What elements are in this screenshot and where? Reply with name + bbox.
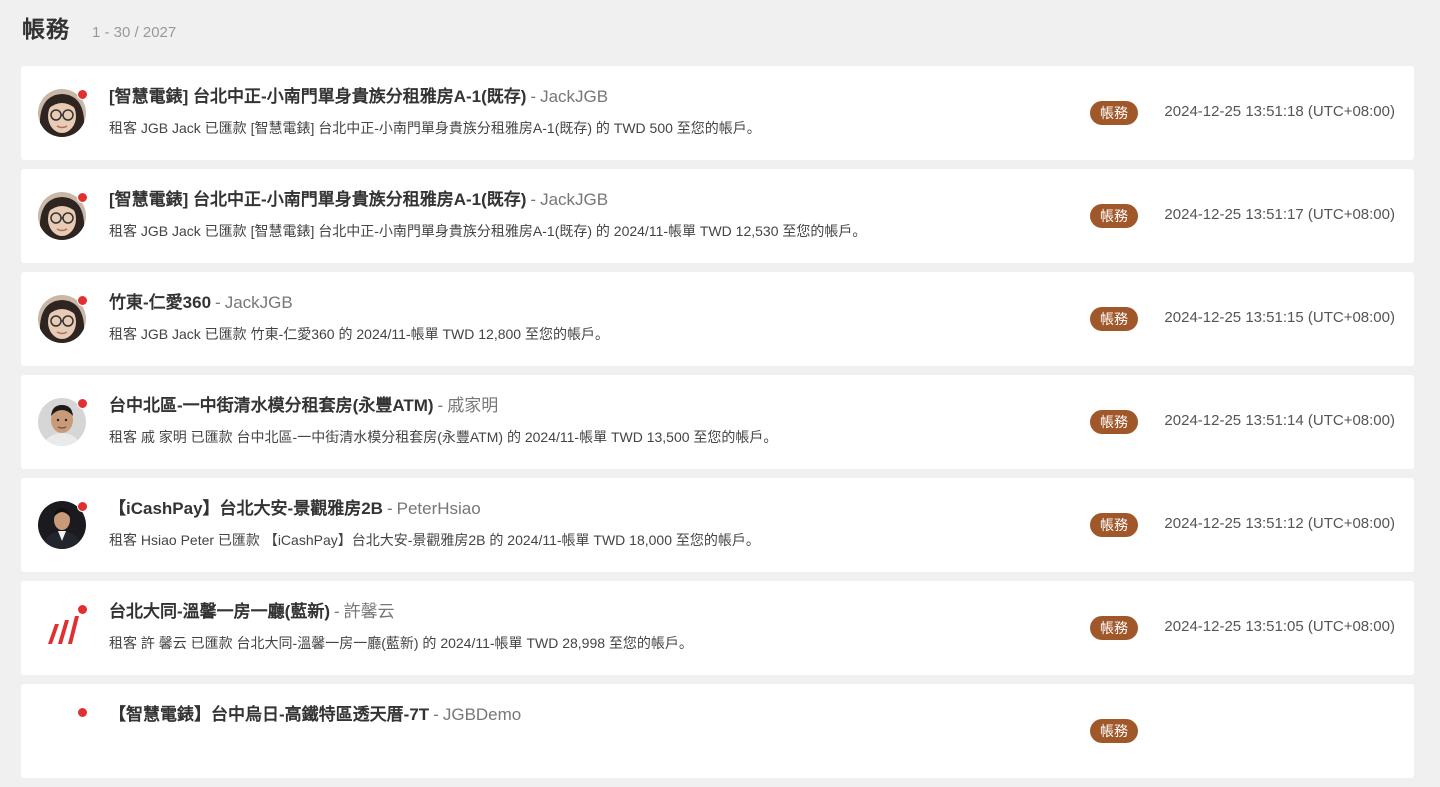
- notification-content: [智慧電錶] 台北中正-小南門單身貴族分租雅房A-1(既存) - JackJGB 租…: [109, 86, 1084, 138]
- notification-card[interactable]: 【智慧電錶】台中烏日-高鐵特區透天厝-7T - JGBDemo 帳務: [21, 684, 1414, 778]
- notification-card[interactable]: 竹東-仁愛360- JackJGB 租客 JGB Jack 已匯款 竹東-仁愛36…: [21, 272, 1414, 366]
- notification-card[interactable]: 台中北區-一中街清水模分租套房(永豐ATM) - 戚家明 租客 戚 家明 已匯款 台…: [21, 375, 1414, 469]
- notification-title-line: [智慧電錶] 台北中正-小南門單身貴族分租雅房A-1(既存) - JackJGB: [109, 189, 1084, 211]
- page-header: 帳務 1 - 30 / 2027: [22, 10, 176, 44]
- notification-title[interactable]: 台北大同-溫馨一房一廳(藍新): [109, 602, 330, 621]
- unread-dot: [77, 604, 88, 615]
- unread-dot: [77, 707, 88, 718]
- notification-card[interactable]: 【iCashPay】台北大安-景觀雅房2B - PeterHsiao 租客 Hsia…: [21, 478, 1414, 572]
- avatar: [38, 89, 88, 137]
- notification-time: 2024-12-25 13:51:18 (UTC+08:00): [1164, 103, 1395, 120]
- notification-time: 2024-12-25 13:51:05 (UTC+08:00): [1164, 618, 1395, 635]
- notification-title-line: 台北大同-溫馨一房一廳(藍新) - 許馨云: [109, 601, 1084, 623]
- notification-description: 租客 戚 家明 已匯款 台中北區-一中街清水模分租套房(永豐ATM) 的 202…: [109, 429, 778, 445]
- avatar: [38, 295, 88, 343]
- unread-dot: [77, 89, 88, 100]
- notification-author: PeterHsiao: [396, 499, 481, 518]
- notification-content: [智慧電錶] 台北中正-小南門單身貴族分租雅房A-1(既存) - JackJGB 租…: [109, 189, 1084, 241]
- category-badge: 帳務: [1090, 719, 1138, 743]
- notification-time: 2024-12-25 13:51:12 (UTC+08:00): [1164, 515, 1395, 532]
- notification-author: 戚家明: [447, 396, 499, 415]
- notification-author: JGBDemo: [442, 705, 522, 724]
- title-separator: -: [386, 499, 393, 518]
- notification-description: 租客 JGB Jack 已匯款 [智慧電錶] 台北中正-小南門單身貴族分租雅房A…: [109, 120, 761, 136]
- category-badge: 帳務: [1090, 101, 1138, 125]
- notification-time: 2024-12-25 13:51:17 (UTC+08:00): [1164, 206, 1395, 223]
- notification-title[interactable]: [智慧電錶] 台北中正-小南門單身貴族分租雅房A-1(既存): [109, 190, 526, 209]
- title-separator: -: [437, 396, 444, 415]
- pagination-count: 1 - 30 / 2027: [92, 24, 177, 41]
- notification-title-line: 竹東-仁愛360- JackJGB: [109, 292, 1084, 314]
- notification-description: 租客 Hsiao Peter 已匯款 【iCashPay】台北大安-景觀雅房2B…: [109, 532, 760, 548]
- notification-author: JackJGB: [540, 190, 609, 209]
- notification-title-line: 台中北區-一中街清水模分租套房(永豐ATM) - 戚家明: [109, 395, 1084, 417]
- notification-content: 台中北區-一中街清水模分租套房(永豐ATM) - 戚家明 租客 戚 家明 已匯款 台…: [109, 395, 1084, 447]
- notification-title-line: 【iCashPay】台北大安-景觀雅房2B - PeterHsiao: [109, 498, 1084, 520]
- notification-content: 台北大同-溫馨一房一廳(藍新) - 許馨云 租客 許 馨云 已匯款 台北大同-溫馨一…: [109, 601, 1084, 653]
- category-badge: 帳務: [1090, 616, 1138, 640]
- category-badge: 帳務: [1090, 513, 1138, 537]
- notification-description: 租客 JGB Jack 已匯款 竹東-仁愛360 的 2024/11-帳單 TW…: [109, 326, 609, 342]
- notification-list: [智慧電錶] 台北中正-小南門單身貴族分租雅房A-1(既存) - JackJGB 租…: [21, 66, 1414, 787]
- unread-dot: [77, 295, 88, 306]
- category-badge: 帳務: [1090, 204, 1138, 228]
- notification-card[interactable]: [智慧電錶] 台北中正-小南門單身貴族分租雅房A-1(既存) - JackJGB 租…: [21, 66, 1414, 160]
- notification-title[interactable]: 【智慧電錶】台中烏日-高鐵特區透天厝-7T: [109, 705, 429, 724]
- notification-title-line: 【智慧電錶】台中烏日-高鐵特區透天厝-7T - JGBDemo: [109, 704, 1084, 726]
- notification-author: 許馨云: [343, 602, 395, 621]
- avatar: [38, 707, 88, 755]
- notification-time: 2024-12-25 13:51:14 (UTC+08:00): [1164, 412, 1395, 429]
- notification-author: JackJGB: [540, 87, 609, 106]
- unread-dot: [77, 501, 88, 512]
- avatar: [38, 501, 88, 549]
- category-badge: 帳務: [1090, 307, 1138, 331]
- notification-content: 【智慧電錶】台中烏日-高鐵特區透天厝-7T - JGBDemo: [109, 704, 1084, 736]
- notification-title[interactable]: [智慧電錶] 台北中正-小南門單身貴族分租雅房A-1(既存): [109, 87, 526, 106]
- notification-title[interactable]: 【iCashPay】台北大安-景觀雅房2B: [109, 499, 383, 518]
- page-title: 帳務: [22, 16, 70, 42]
- notification-content: 【iCashPay】台北大安-景觀雅房2B - PeterHsiao 租客 Hsia…: [109, 498, 1084, 550]
- notification-title-line: [智慧電錶] 台北中正-小南門單身貴族分租雅房A-1(既存) - JackJGB: [109, 86, 1084, 108]
- category-badge: 帳務: [1090, 410, 1138, 434]
- notification-time: 2024-12-25 13:51:15 (UTC+08:00): [1164, 309, 1395, 326]
- notification-title[interactable]: 竹東-仁愛360: [109, 293, 211, 312]
- avatar: [38, 192, 88, 240]
- title-separator: -: [530, 87, 537, 106]
- title-separator: -: [530, 190, 537, 209]
- title-separator: -: [215, 293, 221, 312]
- unread-dot: [77, 192, 88, 203]
- notification-content: 竹東-仁愛360- JackJGB 租客 JGB Jack 已匯款 竹東-仁愛36…: [109, 292, 1084, 344]
- notification-title[interactable]: 台中北區-一中街清水模分租套房(永豐ATM): [109, 396, 434, 415]
- notification-description: 租客 JGB Jack 已匯款 [智慧電錶] 台北中正-小南門單身貴族分租雅房A…: [109, 223, 867, 239]
- unread-dot: [77, 398, 88, 409]
- notification-description: 租客 許 馨云 已匯款 台北大同-溫馨一房一廳(藍新) 的 2024/11-帳單…: [109, 635, 693, 651]
- title-separator: -: [333, 602, 340, 621]
- avatar: [38, 398, 88, 446]
- notification-card[interactable]: [智慧電錶] 台北中正-小南門單身貴族分租雅房A-1(既存) - JackJGB 租…: [21, 169, 1414, 263]
- title-separator: -: [433, 705, 439, 724]
- avatar: [38, 604, 88, 652]
- notification-author: JackJGB: [224, 293, 293, 312]
- notification-card[interactable]: 台北大同-溫馨一房一廳(藍新) - 許馨云 租客 許 馨云 已匯款 台北大同-溫馨一…: [21, 581, 1414, 675]
